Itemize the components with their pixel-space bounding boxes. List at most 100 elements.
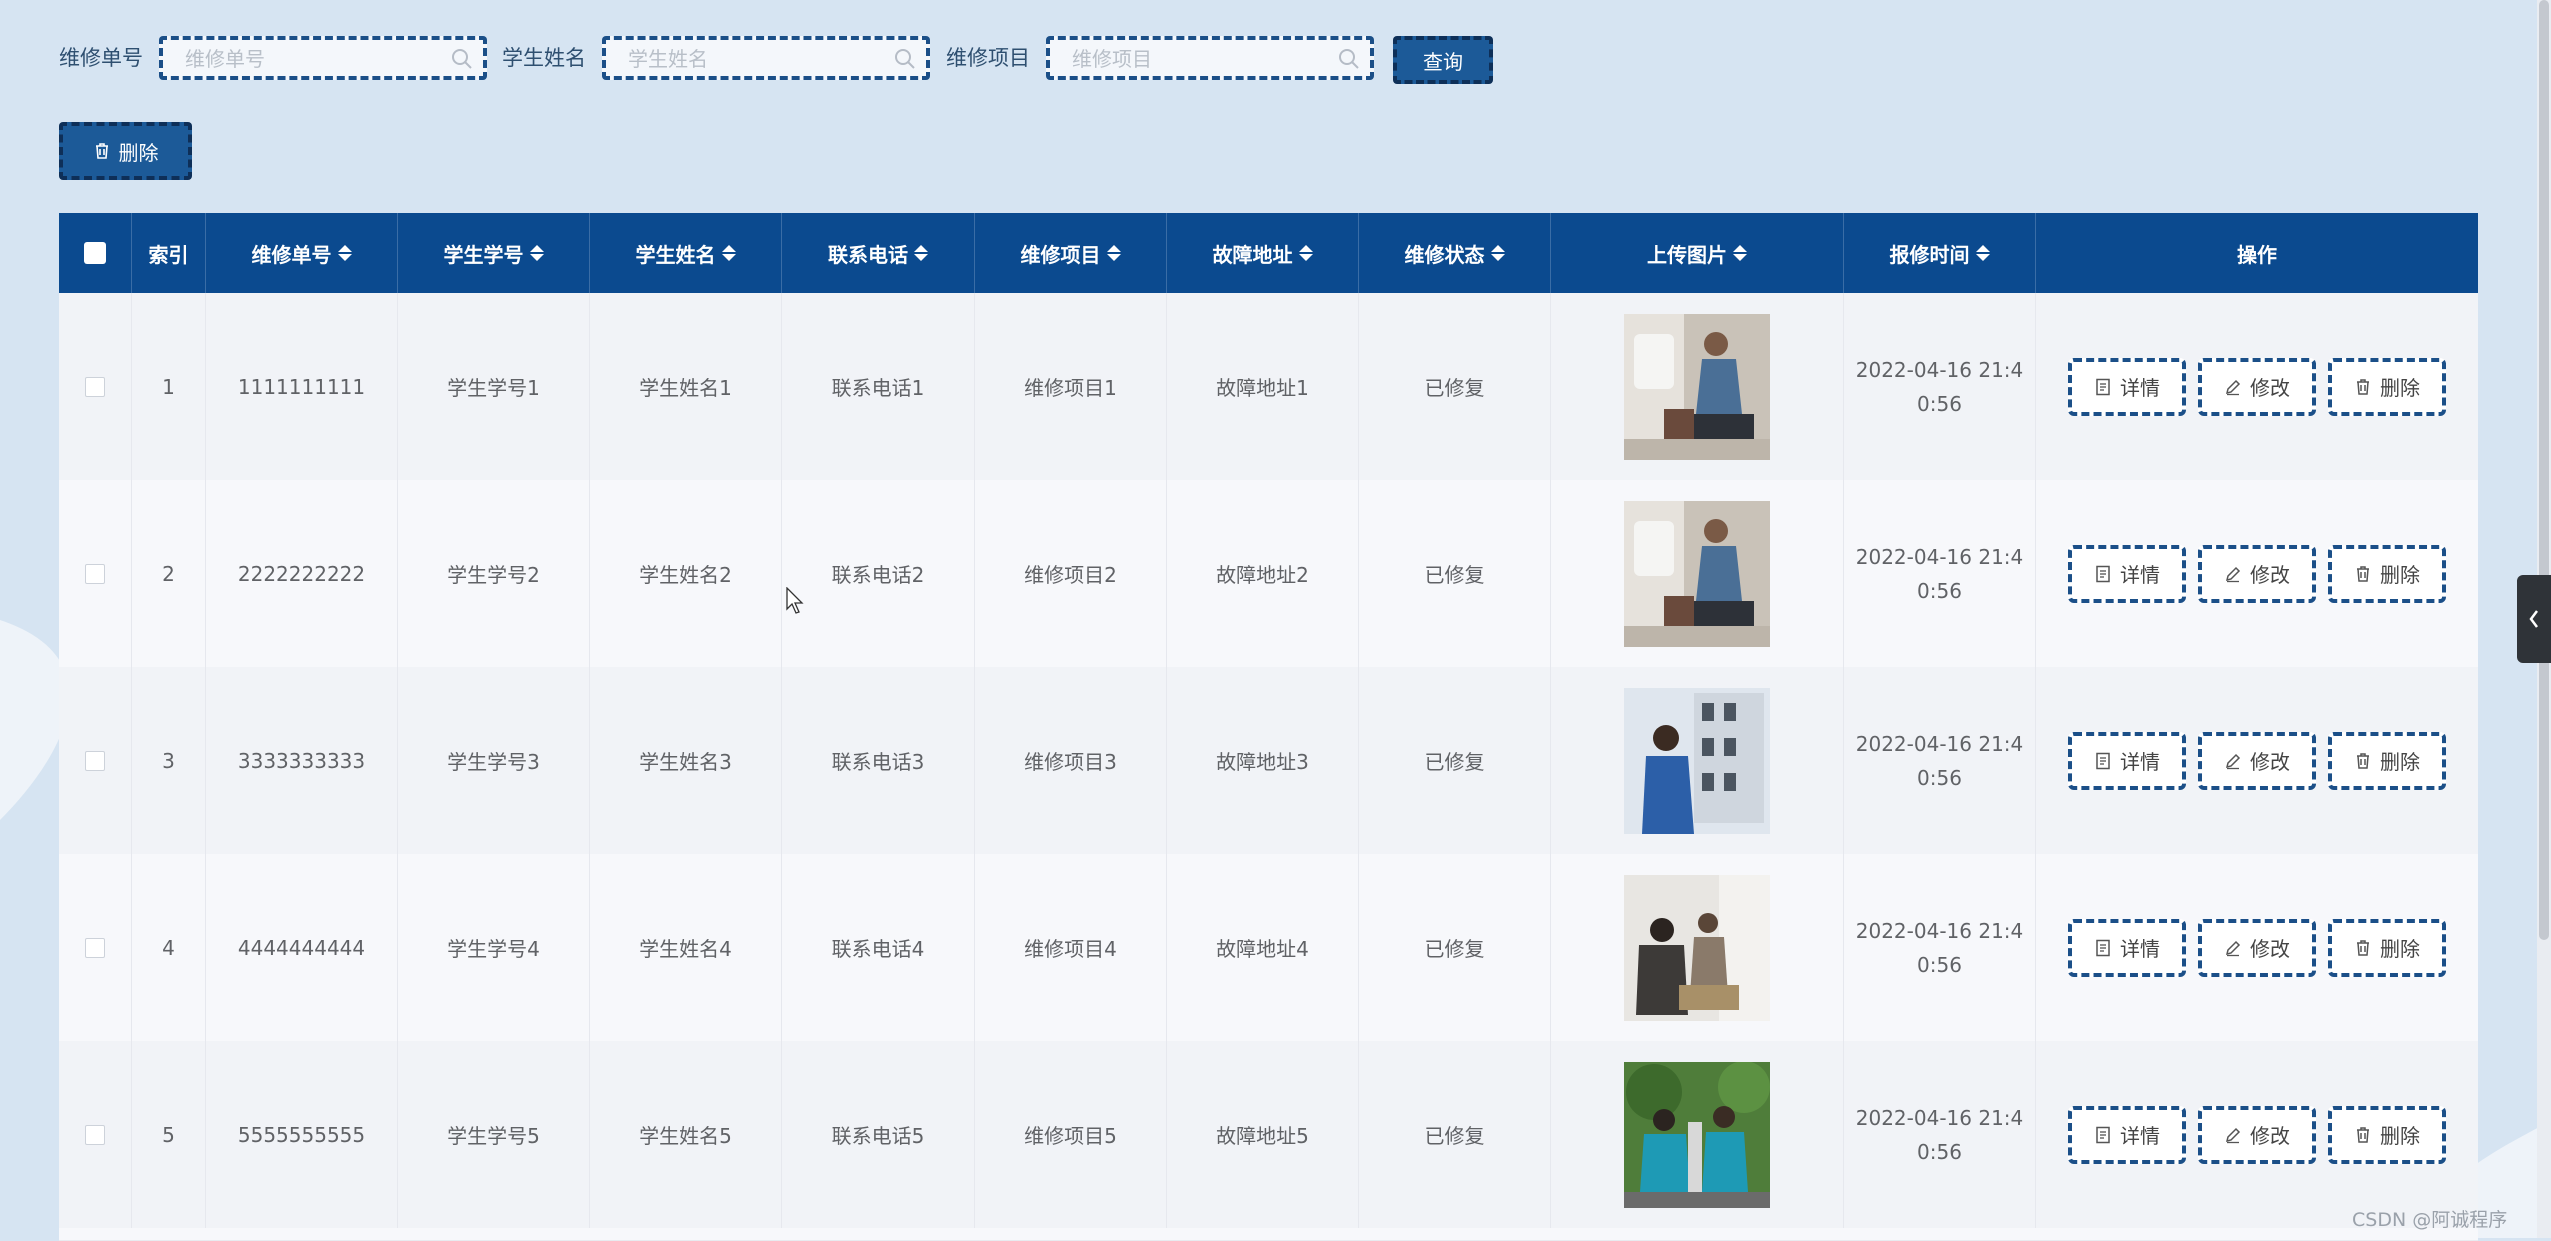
detail-button[interactable]: 详情	[2068, 1105, 2186, 1164]
header-status[interactable]: 维修状态	[1359, 213, 1551, 293]
cell-image	[1551, 1041, 1844, 1228]
header-address[interactable]: 故障地址	[1167, 213, 1359, 293]
cell-actions: 详情 修改 删除	[2036, 480, 2478, 667]
select-all-checkbox[interactable]	[84, 242, 106, 264]
row-select[interactable]	[59, 854, 132, 1041]
cell-project: 维修项目3	[975, 667, 1167, 854]
row-select[interactable]	[59, 480, 132, 667]
side-panel-toggle[interactable]	[2517, 575, 2551, 663]
cell-index: 1	[132, 293, 206, 480]
header-image[interactable]: 上传图片	[1551, 213, 1844, 293]
cell-address: 故障地址4	[1167, 854, 1359, 1041]
edit-button[interactable]: 修改	[2198, 357, 2316, 416]
cell-actions: 详情 修改 删除	[2036, 667, 2478, 854]
cell-project: 维修项目5	[975, 1041, 1167, 1228]
pencil-icon	[2225, 566, 2241, 582]
edit-button[interactable]: 修改	[2198, 918, 2316, 977]
cell-index: 2	[132, 480, 206, 667]
cell-status: 已修复	[1359, 1041, 1551, 1228]
edit-button[interactable]: 修改	[2198, 544, 2316, 603]
detail-button[interactable]: 详情	[2068, 544, 2186, 603]
row-select[interactable]	[59, 1041, 132, 1228]
delete-button[interactable]: 删除	[2328, 357, 2446, 416]
header-project[interactable]: 维修项目	[975, 213, 1167, 293]
delete-button[interactable]: 删除	[2328, 731, 2446, 790]
cell-order-no: 1111111111	[206, 293, 398, 480]
table-row: 5 5555555555 学生学号5 学生姓名5 联系电话5 维修项目5 故障地…	[59, 1041, 2478, 1229]
document-icon	[2096, 1126, 2110, 1143]
repair-photo[interactable]	[1624, 1061, 1770, 1208]
cell-student-name: 学生姓名5	[590, 1041, 782, 1228]
edit-button[interactable]: 修改	[2198, 1105, 2316, 1164]
delete-button[interactable]: 删除	[2328, 544, 2446, 603]
student-name-input[interactable]	[626, 40, 890, 78]
header-student-name[interactable]: 学生姓名	[590, 213, 782, 293]
cell-time: 2022-04-16 21:4 0:56	[1844, 667, 2036, 854]
detail-button[interactable]: 详情	[2068, 731, 2186, 790]
cell-address: 故障地址2	[1167, 480, 1359, 667]
cell-image	[1551, 854, 1844, 1041]
cell-student-name: 学生姓名2	[590, 480, 782, 667]
repair-photo[interactable]	[1624, 687, 1770, 834]
header-time[interactable]: 报修时间	[1844, 213, 2036, 293]
cell-image	[1551, 293, 1844, 480]
table-row: 2 2222222222 学生学号2 学生姓名2 联系电话2 维修项目2 故障地…	[59, 480, 2478, 668]
trash-icon	[95, 143, 108, 159]
detail-button[interactable]: 详情	[2068, 918, 2186, 977]
header-phone[interactable]: 联系电话	[782, 213, 975, 293]
repair-photo[interactable]	[1624, 313, 1770, 460]
row-checkbox[interactable]	[85, 1124, 105, 1145]
delete-button[interactable]: 删除	[2328, 918, 2446, 977]
order-no-search[interactable]	[159, 36, 487, 80]
scrollbar-thumb[interactable]	[2539, 0, 2549, 940]
cell-address: 故障地址5	[1167, 1041, 1359, 1228]
project-search[interactable]	[1046, 36, 1374, 80]
trash-icon	[2357, 378, 2369, 395]
row-checkbox[interactable]	[85, 937, 105, 958]
project-label: 维修项目	[946, 46, 1030, 70]
cell-image	[1551, 667, 1844, 854]
document-icon	[2096, 752, 2110, 769]
sort-icon[interactable]	[1298, 245, 1313, 261]
repair-photo[interactable]	[1624, 500, 1770, 647]
header-student-id[interactable]: 学生学号	[398, 213, 590, 293]
project-input[interactable]	[1070, 40, 1334, 78]
cell-order-no: 3333333333	[206, 667, 398, 854]
cell-status: 已修复	[1359, 480, 1551, 667]
cell-index: 3	[132, 667, 206, 854]
cell-time: 2022-04-16 21:4 0:56	[1844, 1041, 2036, 1228]
row-select[interactable]	[59, 667, 132, 854]
sort-icon[interactable]	[1490, 245, 1505, 261]
header-actions: 操作	[2237, 242, 2277, 267]
sort-icon[interactable]	[914, 245, 928, 261]
row-checkbox[interactable]	[85, 376, 105, 397]
cell-image	[1551, 480, 1844, 667]
header-order-no[interactable]: 维修单号	[206, 213, 398, 293]
cell-student-name: 学生姓名1	[590, 293, 782, 480]
row-checkbox[interactable]	[85, 563, 105, 584]
sort-icon[interactable]	[337, 245, 352, 261]
search-icon	[895, 49, 915, 69]
sort-icon[interactable]	[529, 245, 544, 261]
trash-icon	[2357, 752, 2369, 769]
cell-student-name: 学生姓名3	[590, 667, 782, 854]
sort-icon[interactable]	[721, 245, 736, 261]
cell-project: 维修项目2	[975, 480, 1167, 667]
sort-icon[interactable]	[1733, 245, 1747, 261]
pencil-icon	[2225, 379, 2241, 395]
cell-student-id: 学生学号2	[398, 480, 590, 667]
detail-button[interactable]: 详情	[2068, 357, 2186, 416]
search-icon	[1339, 49, 1359, 69]
bulk-delete-button[interactable]: 删除	[59, 122, 192, 180]
edit-button[interactable]: 修改	[2198, 731, 2316, 790]
repair-photo[interactable]	[1624, 874, 1770, 1021]
sort-icon[interactable]	[1975, 245, 1990, 261]
header-select-all[interactable]	[59, 213, 132, 293]
sort-icon[interactable]	[1106, 245, 1121, 261]
query-button[interactable]: 查询	[1393, 36, 1493, 84]
row-checkbox[interactable]	[85, 750, 105, 771]
order-no-input[interactable]	[183, 40, 447, 78]
student-name-search[interactable]	[602, 36, 930, 80]
row-select[interactable]	[59, 293, 132, 480]
delete-button[interactable]: 删除	[2328, 1105, 2446, 1164]
